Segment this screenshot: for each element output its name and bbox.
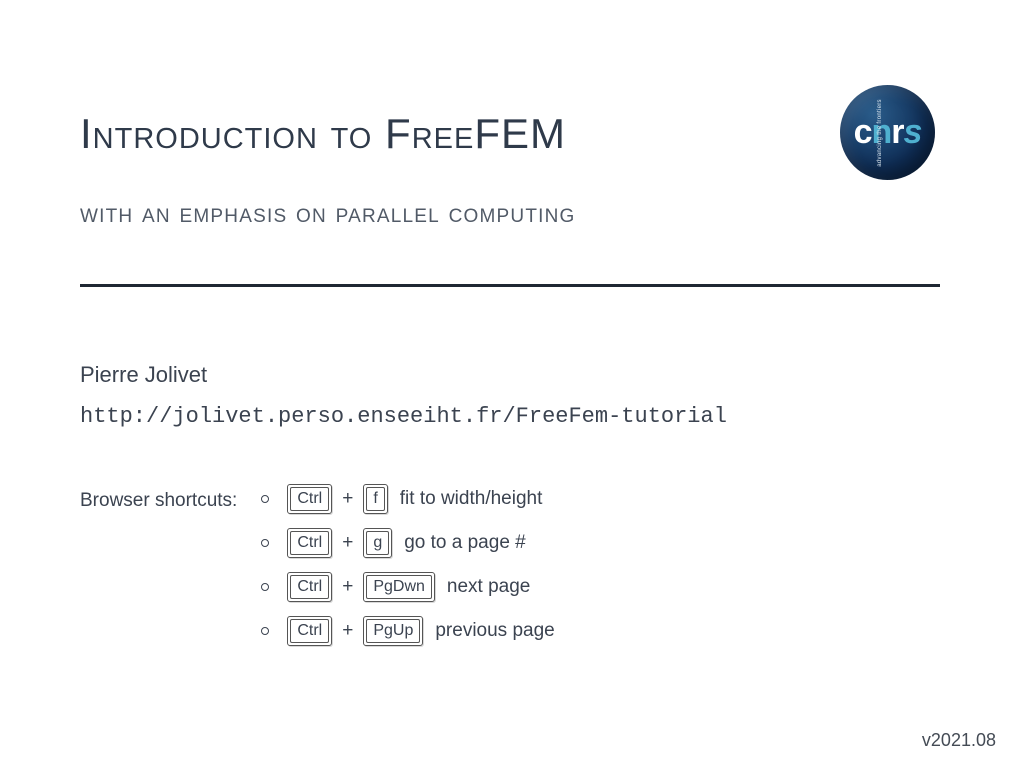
key-icon: PgDwn	[363, 572, 435, 602]
shortcut-item: Ctrl + PgDwn next page	[261, 572, 554, 602]
shortcut-desc: previous page	[435, 620, 554, 642]
key-icon: f	[363, 484, 387, 514]
bullet-icon	[261, 583, 269, 591]
bullet-icon	[261, 495, 269, 503]
author-name: Pierre Jolivet	[80, 362, 940, 388]
key-label: Ctrl	[290, 575, 329, 599]
author-block: Pierre Jolivet http://jolivet.perso.ense…	[80, 362, 940, 429]
shortcuts-list: Ctrl + f fit to width/height Ctrl + g go to a p…	[261, 484, 554, 646]
key-label: Ctrl	[290, 531, 329, 555]
key-label: Ctrl	[290, 487, 329, 511]
page-subtitle: with an emphasis on parallel computing	[80, 198, 940, 229]
cnrs-logo-tagline: advancing the frontiers	[877, 99, 883, 167]
key-icon: Ctrl	[287, 616, 332, 646]
header: Introduction to FreeFEM	[80, 110, 940, 158]
cnrs-logo-circle: advancing the frontiers cnrs	[840, 85, 935, 180]
key-icon: PgUp	[363, 616, 423, 646]
page-title: Introduction to FreeFEM	[80, 110, 566, 158]
shortcut-desc: next page	[447, 576, 530, 598]
key-icon: g	[363, 528, 392, 558]
version-label: v2021.08	[922, 730, 996, 751]
plus-separator: +	[340, 532, 355, 554]
shortcut-desc: go to a page #	[404, 532, 526, 554]
cnrs-logo-text: cnrs	[854, 113, 922, 152]
key-label: PgUp	[366, 619, 420, 643]
plus-separator: +	[340, 620, 355, 642]
key-label: g	[366, 531, 389, 555]
shortcuts-label: Browser shortcuts:	[80, 484, 237, 518]
tutorial-url[interactable]: http://jolivet.perso.enseeiht.fr/FreeFem…	[80, 404, 940, 429]
shortcut-item: Ctrl + g go to a page #	[261, 528, 554, 558]
key-label: f	[366, 487, 384, 511]
bullet-icon	[261, 539, 269, 547]
key-label: PgDwn	[366, 575, 432, 599]
shortcuts-section: Browser shortcuts: Ctrl + f fit to width/he…	[80, 484, 940, 646]
shortcut-item: Ctrl + f fit to width/height	[261, 484, 554, 514]
cnrs-logo: advancing the frontiers cnrs	[840, 85, 935, 180]
key-icon: Ctrl	[287, 572, 332, 602]
key-icon: Ctrl	[287, 528, 332, 558]
key-label: Ctrl	[290, 619, 329, 643]
shortcut-desc: fit to width/height	[400, 488, 543, 510]
plus-separator: +	[340, 488, 355, 510]
divider	[80, 284, 940, 287]
key-icon: Ctrl	[287, 484, 332, 514]
slide: advancing the frontiers cnrs Introductio…	[0, 0, 1020, 765]
plus-separator: +	[340, 576, 355, 598]
shortcut-item: Ctrl + PgUp previous page	[261, 616, 554, 646]
bullet-icon	[261, 627, 269, 635]
